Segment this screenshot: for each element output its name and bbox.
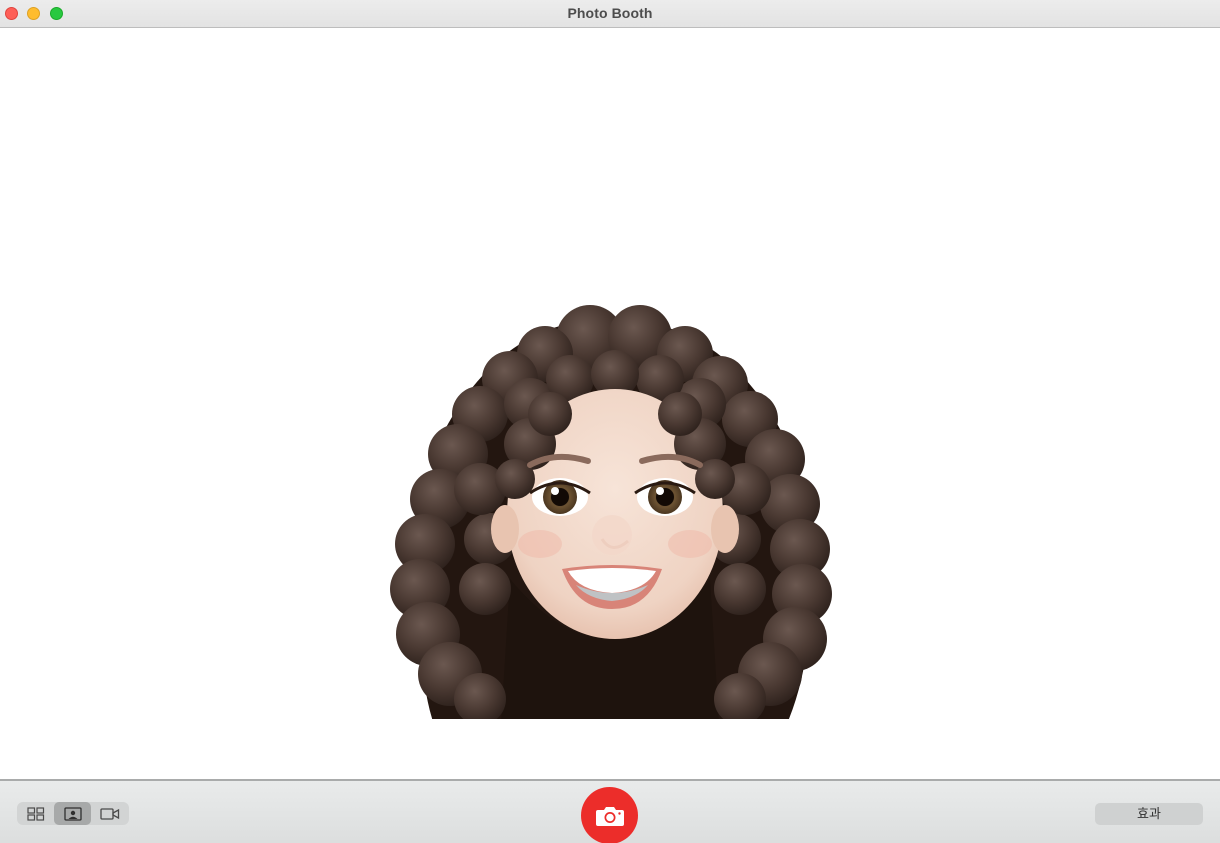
effects-button[interactable]: 효과 [1095,803,1203,825]
view-mode-selector [17,802,129,825]
grid-view-button[interactable] [17,802,54,825]
take-photo-button[interactable] [581,787,638,843]
video-view-button[interactable] [91,802,128,825]
title-bar: Photo Booth [0,0,1220,28]
single-photo-view-button[interactable] [54,802,91,825]
grid-icon [26,806,44,821]
memoji-avatar [390,305,832,719]
camera-icon [595,806,624,826]
bottom-toolbar: 효과 [0,779,1220,843]
single-photo-icon [63,806,82,821]
photo-booth-window: Photo Booth 효과 [0,0,1220,843]
camera-preview [0,29,1220,779]
window-title: Photo Booth [567,5,653,21]
video-camera-icon [99,807,119,820]
